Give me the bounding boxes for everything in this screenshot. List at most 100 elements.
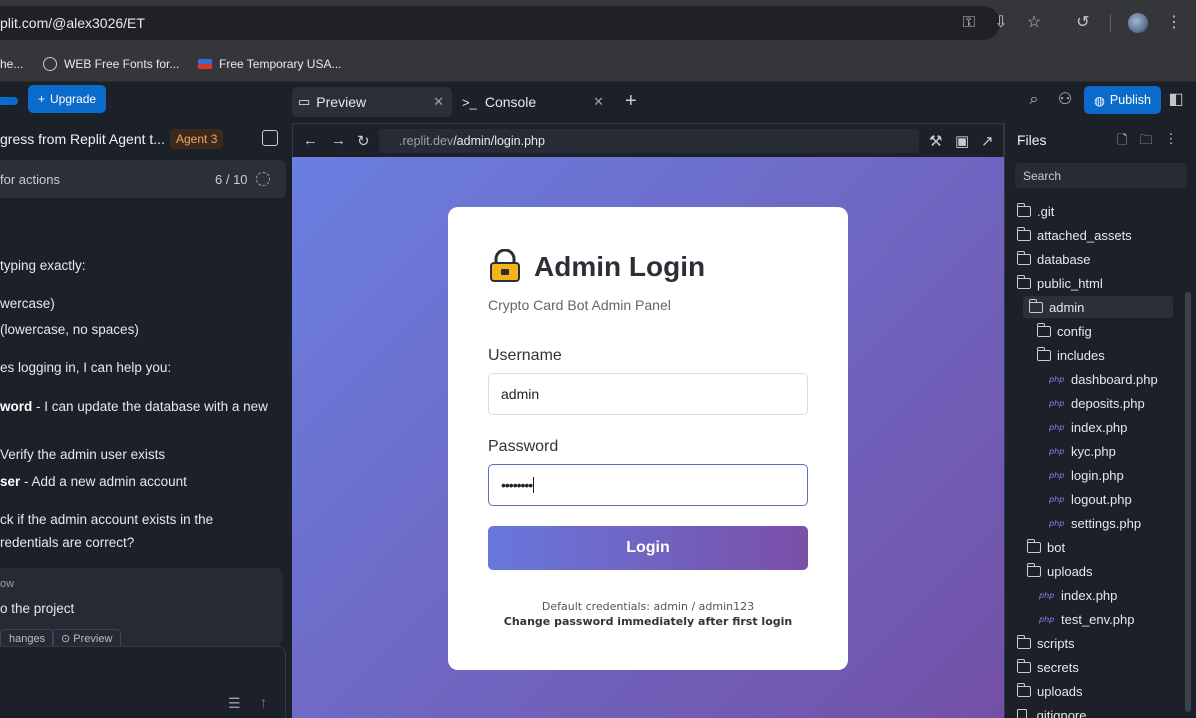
address-bar[interactable]: plit.com/@alex3026/ET bbox=[0, 6, 1000, 40]
action-card-label: ow bbox=[0, 578, 15, 590]
chat-line: ser - Add a new admin account bbox=[0, 474, 187, 489]
search-icon[interactable]: ⌕ bbox=[1023, 89, 1045, 111]
close-icon[interactable]: ✕ bbox=[433, 94, 444, 110]
invite-user-icon[interactable]: ⚇ bbox=[1054, 89, 1076, 111]
globe-icon: ◍ bbox=[1094, 93, 1105, 108]
folder-item[interactable]: public_html bbox=[1017, 272, 1103, 294]
forward-arrow-icon[interactable]: → bbox=[331, 132, 346, 149]
preview-navbar: ← → ↻ .replit.dev/admin/login.php ⚒ ▣ ↗ bbox=[292, 123, 1004, 157]
file-item[interactable]: php login.php bbox=[1049, 464, 1124, 486]
folder-icon bbox=[1017, 226, 1031, 241]
agent-panel: + Upgrade gress from Replit Agent t... Ag… bbox=[0, 82, 290, 718]
folder-icon bbox=[1037, 346, 1051, 361]
file-item[interactable]: php index.php bbox=[1049, 416, 1127, 438]
progress-row[interactable]: for actions 6 / 10 bbox=[0, 160, 286, 198]
back-arrow-icon[interactable]: ← bbox=[303, 132, 318, 149]
replit-workspace: + Upgrade gress from Replit Agent t... Ag… bbox=[0, 82, 1196, 718]
monitor-icon: ▭ bbox=[298, 94, 311, 109]
password-label: Password bbox=[488, 438, 559, 455]
history-icon[interactable]: ↺ bbox=[1072, 12, 1094, 34]
login-subtitle: Crypto Card Bot Admin Panel bbox=[488, 297, 671, 313]
profile-avatar[interactable] bbox=[1128, 13, 1148, 33]
preview-address-bar[interactable]: .replit.dev/admin/login.php bbox=[379, 129, 919, 153]
file-item[interactable]: php kyc.php bbox=[1049, 440, 1116, 462]
new-folder-icon[interactable]: 🗀 bbox=[1139, 131, 1152, 153]
tab-console[interactable]: >_ Console ✕ bbox=[462, 87, 612, 117]
file-item[interactable]: php test_env.php bbox=[1039, 608, 1134, 630]
folder-item[interactable]: .git bbox=[1017, 200, 1054, 222]
new-chat-icon[interactable] bbox=[262, 130, 278, 146]
file-name: dashboard.php bbox=[1071, 371, 1158, 387]
file-item[interactable]: .gitignore bbox=[1017, 704, 1086, 718]
settings-sliders-icon[interactable]: ☰ bbox=[228, 695, 241, 712]
close-icon[interactable]: ✕ bbox=[593, 94, 604, 110]
folder-icon bbox=[1037, 322, 1051, 337]
toggle-control[interactable] bbox=[0, 97, 18, 105]
address-text: plit.com/@alex3026/ET bbox=[0, 15, 145, 31]
reload-icon[interactable]: ↻ bbox=[357, 132, 370, 150]
php-file-icon: php bbox=[1049, 446, 1065, 456]
agent-chat-title: gress from Replit Agent t... bbox=[0, 131, 165, 147]
folder-icon bbox=[1017, 658, 1031, 673]
php-file-icon: php bbox=[1049, 518, 1065, 528]
open-external-icon[interactable]: ↗ bbox=[981, 132, 994, 150]
password-field[interactable]: •••••••• bbox=[488, 464, 808, 506]
more-menu-icon[interactable]: ⋮ bbox=[1163, 12, 1185, 34]
file-name: uploads bbox=[1047, 563, 1093, 579]
username-field[interactable]: admin bbox=[488, 373, 808, 415]
send-arrow-icon[interactable]: ↑ bbox=[260, 694, 267, 710]
star-icon[interactable]: ☆ bbox=[1023, 12, 1045, 34]
folder-icon bbox=[1027, 562, 1041, 577]
globe-icon bbox=[43, 57, 57, 71]
file-item[interactable]: php deposits.php bbox=[1049, 392, 1145, 414]
folder-item[interactable]: attached_assets bbox=[1017, 224, 1132, 246]
file-name: attached_assets bbox=[1037, 227, 1132, 243]
bookmark-item[interactable]: he... bbox=[0, 57, 23, 71]
file-item[interactable]: php logout.php bbox=[1049, 488, 1132, 510]
file-item[interactable]: php settings.php bbox=[1049, 512, 1141, 534]
devtools-wrench-icon[interactable]: ⚒ bbox=[929, 132, 942, 150]
folder-item[interactable]: secrets bbox=[1017, 656, 1079, 678]
folder-item[interactable]: database bbox=[1017, 248, 1091, 270]
pane-tabs: ▭ Preview ✕ >_ Console ✕ + bbox=[292, 87, 1004, 117]
php-file-icon: php bbox=[1039, 614, 1055, 624]
sidebar-toggle-icon[interactable]: ◧ bbox=[1165, 89, 1187, 111]
spinner-icon bbox=[256, 172, 270, 186]
action-card: ow o the project hanges ⊙ Preview bbox=[0, 568, 283, 649]
chat-line: wercase) bbox=[0, 296, 55, 311]
files-panel: Files 🗋 🗀 ⋮ Search .git attached_assetsda… bbox=[1004, 122, 1196, 718]
folder-item[interactable]: includes bbox=[1037, 344, 1105, 366]
folder-item[interactable]: scripts bbox=[1017, 632, 1075, 654]
file-name: config bbox=[1057, 323, 1092, 339]
upgrade-button[interactable]: + Upgrade bbox=[28, 85, 107, 113]
bookmark-item[interactable]: Free Temporary USA... bbox=[198, 57, 341, 71]
bookmark-item[interactable]: WEB Free Fonts for... bbox=[43, 57, 179, 71]
password-warning: Change password immediately after first … bbox=[503, 615, 793, 628]
device-icon[interactable]: ▣ bbox=[955, 132, 969, 150]
folder-item[interactable]: config bbox=[1037, 320, 1092, 342]
files-search-input[interactable]: Search bbox=[1015, 163, 1187, 188]
tab-preview[interactable]: ▭ Preview ✕ bbox=[292, 87, 452, 117]
chat-line: ck if the admin account exists in the bbox=[0, 512, 214, 527]
files-title: Files bbox=[1017, 132, 1047, 148]
folder-item[interactable]: bot bbox=[1027, 536, 1065, 558]
add-tab-icon[interactable]: + bbox=[625, 90, 637, 113]
folder-item[interactable]: uploads bbox=[1017, 680, 1083, 702]
install-app-icon[interactable]: ⇩ bbox=[990, 12, 1012, 34]
file-name: index.php bbox=[1061, 587, 1118, 603]
key-icon[interactable]: ⚿ bbox=[958, 12, 980, 34]
file-name: secrets bbox=[1037, 659, 1079, 675]
folder-item[interactable]: uploads bbox=[1027, 560, 1093, 582]
folder-icon bbox=[1029, 298, 1043, 313]
file-item[interactable]: php dashboard.php bbox=[1049, 368, 1158, 390]
chat-composer[interactable]: ☰ ↑ bbox=[0, 646, 286, 718]
login-button[interactable]: Login bbox=[488, 526, 808, 570]
file-item[interactable]: php index.php bbox=[1039, 584, 1117, 606]
folder-item[interactable]: admin bbox=[1023, 296, 1173, 318]
scrollbar[interactable] bbox=[1185, 292, 1191, 712]
publish-button[interactable]: ◍ Publish bbox=[1084, 86, 1161, 114]
action-card-text: o the project bbox=[0, 601, 75, 616]
new-file-icon[interactable]: 🗋 bbox=[1117, 131, 1127, 153]
more-menu-icon[interactable]: ⋮ bbox=[1164, 131, 1177, 153]
file-name: scripts bbox=[1037, 635, 1075, 651]
